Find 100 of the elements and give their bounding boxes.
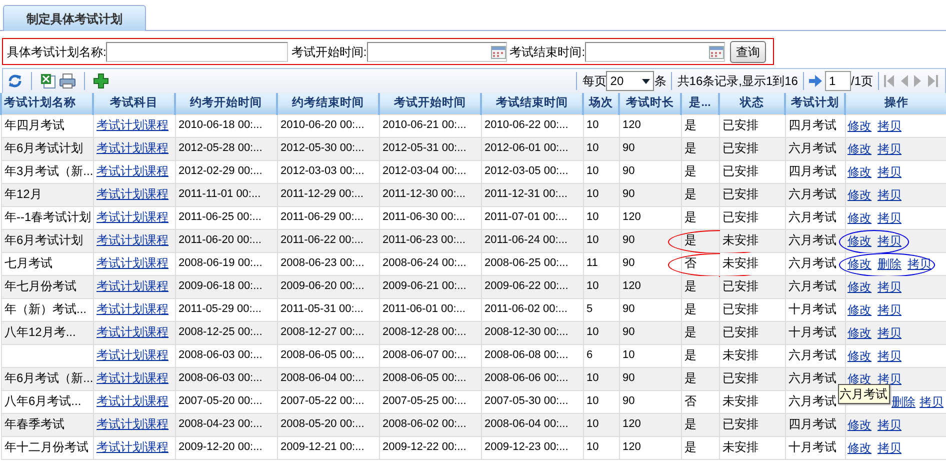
- action-link[interactable]: 拷贝: [878, 416, 902, 434]
- table-cell: 2012-02-29 00:...: [178, 165, 262, 178]
- action-link[interactable]: 修改: [848, 208, 872, 226]
- action-link[interactable]: 拷贝: [878, 324, 902, 342]
- table-cell: 2009-06-21 00:...: [382, 280, 466, 292]
- table-cell: 2012-05-31 00:...: [382, 142, 466, 154]
- column-header[interactable]: 操作: [845, 93, 946, 114]
- table-cell: 10: [586, 418, 599, 430]
- table-cell: 已安排: [722, 164, 758, 178]
- column-header[interactable]: 考试开始时间: [379, 93, 481, 114]
- action-link[interactable]: 修改: [848, 254, 872, 272]
- page-total: /1页: [850, 73, 873, 90]
- action-link[interactable]: 修改: [848, 324, 872, 342]
- action-link[interactable]: 拷贝: [878, 278, 902, 296]
- table-cell: 六月考试: [788, 141, 836, 156]
- action-link[interactable]: 删除: [878, 254, 902, 272]
- table-cell: 2008-06-08 00:...: [484, 349, 568, 362]
- table-cell: 10: [586, 211, 599, 224]
- action-link[interactable]: 拷贝: [878, 186, 902, 204]
- column-header[interactable]: 状态: [719, 93, 785, 114]
- action-link[interactable]: 拷贝: [878, 140, 902, 158]
- column-header[interactable]: 是...: [681, 93, 719, 114]
- first-page-icon[interactable]: [884, 75, 894, 87]
- text-field[interactable]: [106, 42, 288, 62]
- search-button[interactable]: 查询: [730, 40, 766, 62]
- table-cell: 120: [622, 211, 641, 224]
- print-icon[interactable]: [59, 73, 76, 89]
- excel-export-icon[interactable]: [40, 73, 56, 89]
- date-field[interactable]: [585, 42, 726, 62]
- tab[interactable]: 制定具体考试计划: [3, 5, 146, 31]
- column-header[interactable]: 考试计划: [785, 93, 845, 114]
- table-cell: 是: [684, 210, 696, 224]
- table-cell: 六月考试: [788, 279, 836, 294]
- action-link[interactable]: 拷贝: [920, 392, 944, 410]
- table-cell: 10: [586, 326, 599, 338]
- table-cell: 年七月份考试: [4, 279, 76, 294]
- table-cell: 年6月考试（新...: [4, 371, 94, 386]
- action-link[interactable]: 修改: [848, 140, 872, 158]
- go-arrow-icon[interactable]: [808, 75, 822, 87]
- table-cell: 六月考试: [788, 210, 836, 224]
- table-cell: 120: [622, 280, 641, 292]
- column-header[interactable]: 场次: [583, 93, 619, 114]
- date-field[interactable]: [366, 42, 507, 62]
- table-cell: 6: [586, 349, 593, 362]
- table-cell: 2008-06-05 00:...: [382, 372, 466, 384]
- table-cell: 年十二月份考试: [4, 440, 88, 454]
- action-link[interactable]: 拷贝: [878, 232, 902, 250]
- table-cell: 2009-06-18 00:...: [178, 280, 262, 292]
- action-link[interactable]: 修改: [848, 162, 872, 180]
- action-link[interactable]: 拷贝: [878, 116, 902, 134]
- table-cell: 10: [586, 441, 599, 454]
- add-icon[interactable]: [93, 73, 109, 89]
- action-link[interactable]: 拷贝: [878, 438, 902, 456]
- table-cell: 2011-07-01 00:...: [484, 211, 568, 224]
- action-link[interactable]: 修改: [848, 232, 872, 250]
- table-cell: 2012-05-30 00:...: [280, 142, 364, 154]
- table-cell: 是: [684, 187, 696, 202]
- action-link[interactable]: 修改: [848, 278, 872, 296]
- action-link[interactable]: 修改: [848, 300, 872, 318]
- page-size-select[interactable]: 20: [606, 71, 654, 91]
- page-number-field[interactable]: 1: [824, 71, 851, 91]
- table-cell: 是: [684, 371, 696, 386]
- calendar-icon[interactable]: [709, 44, 724, 58]
- action-link[interactable]: 拷贝: [878, 346, 902, 364]
- table-cell: 2012-05-28 00:...: [178, 142, 262, 154]
- column-header[interactable]: 考试结束时间: [481, 93, 583, 114]
- action-link[interactable]: 拷贝: [908, 254, 932, 272]
- table-cell: 2011-06-22 00:...: [280, 234, 364, 246]
- table-cell: 2007-05-30 00:...: [484, 395, 568, 408]
- table-cell: 2011-05-31 00:...: [280, 303, 364, 316]
- table-cell: 2012-03-03 00:...: [280, 165, 364, 178]
- record-summary: 共16条记录,显示1到16: [677, 73, 798, 90]
- column-header[interactable]: 考试时长: [619, 93, 681, 114]
- table-cell: 2008-12-30 00:...: [484, 326, 568, 338]
- table-cell: 120: [622, 418, 641, 430]
- column-header[interactable]: 约考结束时间: [277, 93, 379, 114]
- next-page-icon[interactable]: [914, 75, 922, 87]
- action-link[interactable]: 拷贝: [878, 300, 902, 318]
- calendar-icon[interactable]: [490, 44, 506, 58]
- table-cell: 90: [622, 234, 635, 246]
- previous-page-icon[interactable]: [900, 75, 908, 87]
- table-cell: 2008-06-19 00:...: [178, 257, 262, 270]
- action-link[interactable]: 修改: [848, 438, 872, 456]
- column-header[interactable]: 考试科目: [93, 93, 175, 114]
- action-link[interactable]: 拷贝: [878, 208, 902, 226]
- action-link[interactable]: 修改: [848, 186, 872, 204]
- last-page-icon[interactable]: [928, 75, 938, 87]
- action-link[interactable]: 删除: [892, 392, 916, 410]
- action-link[interactable]: 修改: [848, 346, 872, 364]
- action-link[interactable]: 修改: [848, 416, 872, 434]
- table-cell: 10: [586, 165, 599, 178]
- table-cell: 10: [586, 234, 599, 246]
- table-cell: 年春季考试: [4, 417, 64, 432]
- column-header[interactable]: 约考开始时间: [175, 93, 277, 114]
- refresh-icon[interactable]: [7, 73, 23, 89]
- table-cell: 90: [622, 326, 635, 338]
- action-link[interactable]: 修改: [848, 116, 872, 134]
- column-header[interactable]: 考试计划名称: [1, 93, 93, 114]
- table-cell: 已安排: [722, 371, 758, 386]
- action-link[interactable]: 拷贝: [878, 162, 902, 180]
